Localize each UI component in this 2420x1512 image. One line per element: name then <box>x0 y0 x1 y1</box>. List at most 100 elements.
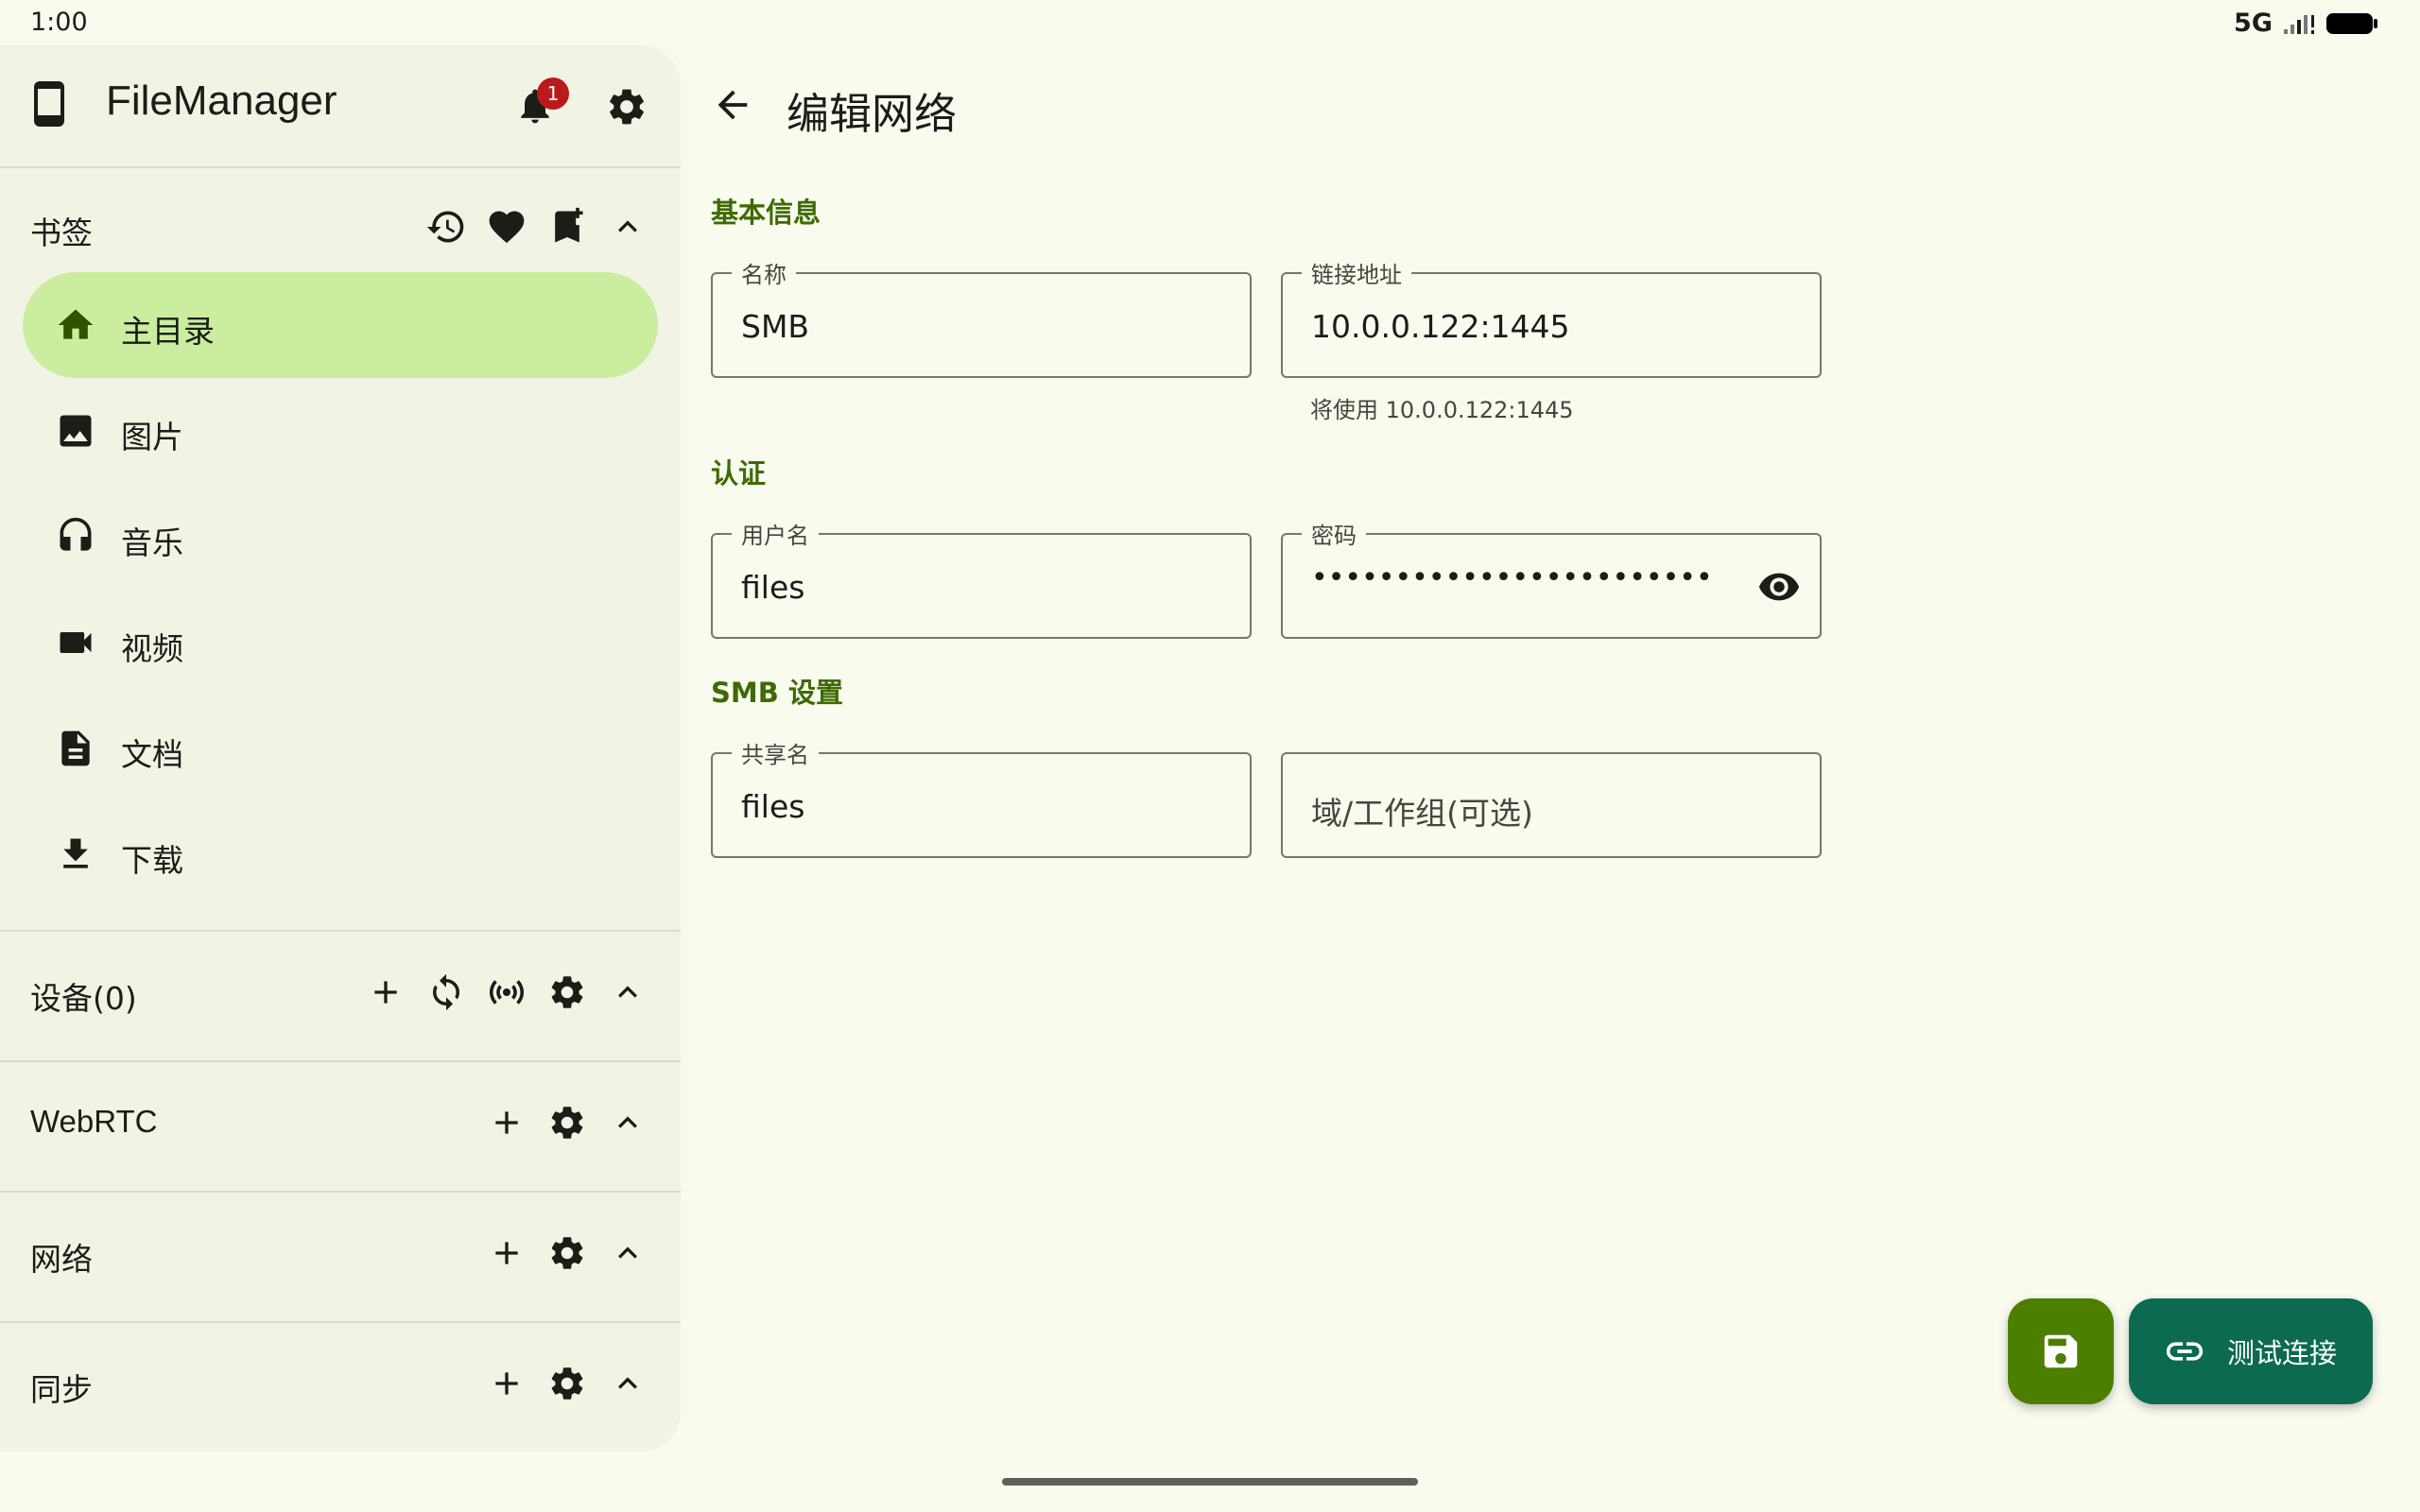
gear-icon <box>610 89 644 125</box>
notification-badge: 1 <box>537 77 569 110</box>
divider <box>0 1321 681 1323</box>
bookmarks-section-header: 书签 <box>0 189 681 265</box>
bookmark-label: 下载 <box>121 842 183 879</box>
sync-icon <box>433 973 459 1011</box>
arrow-back-icon <box>717 90 748 120</box>
toggle-password-visibility[interactable] <box>1757 565 1801 609</box>
add-webrtc-button[interactable] <box>486 1102 527 1143</box>
bookmark-label: 音乐 <box>121 524 183 561</box>
divider <box>0 166 681 168</box>
navigation-drawer: FileManager 1 书签 主目录 图片 音乐 视频 文档 下载 设备(0… <box>0 45 681 1452</box>
home-icon <box>58 309 94 339</box>
devices-settings-button[interactable] <box>546 971 588 1013</box>
webrtc-title: WebRTC <box>30 1104 158 1139</box>
sync-settings-button[interactable] <box>546 1363 588 1404</box>
page-title: 编辑网络 <box>786 89 958 139</box>
bookmark-item-images[interactable]: 图片 <box>23 378 658 484</box>
bookmark-label: 视频 <box>121 630 183 667</box>
gesture-home-bar[interactable] <box>1002 1478 1418 1486</box>
notifications-button[interactable]: 1 <box>514 77 569 132</box>
name-field[interactable]: 名称 SMB <box>711 256 1252 378</box>
divider <box>0 1191 681 1193</box>
network-type: 5G <box>2234 9 2273 38</box>
broadcast-button[interactable] <box>486 971 527 1013</box>
divider <box>0 1060 681 1062</box>
history-icon <box>426 211 464 243</box>
refresh-devices-button[interactable] <box>425 971 467 1013</box>
username-value: files <box>741 569 805 606</box>
add-network-button[interactable] <box>486 1232 527 1274</box>
bookmark-item-videos[interactable]: 视频 <box>23 590 658 696</box>
add-bookmark-button[interactable] <box>546 206 588 248</box>
username-label: 用户名 <box>732 517 819 550</box>
plus-icon <box>495 1372 518 1395</box>
app-title: FileManager <box>106 77 337 124</box>
download-icon <box>63 838 88 868</box>
bookmark-item-music[interactable]: 音乐 <box>23 484 658 590</box>
back-button[interactable] <box>711 83 754 127</box>
add-sync-button[interactable] <box>486 1363 527 1404</box>
username-field[interactable]: 用户名 files <box>711 517 1252 639</box>
bookmark-label: 图片 <box>121 419 183 455</box>
headphones-icon <box>60 517 92 551</box>
gear-icon <box>551 976 583 1008</box>
bookmark-item-downloads[interactable]: 下载 <box>23 801 658 907</box>
bookmark-label: 主目录 <box>121 313 215 350</box>
battery-icon <box>2325 11 2378 36</box>
bookmark-item-home[interactable]: 主目录 <box>23 272 658 378</box>
plus-icon <box>374 981 397 1004</box>
eye-icon <box>1758 573 1800 601</box>
smb-settings-title: SMB 设置 <box>711 677 843 709</box>
bookmark-item-documents[interactable]: 文档 <box>23 696 658 801</box>
network-title: 网络 <box>30 1241 93 1278</box>
collapse-bookmarks-button[interactable] <box>607 206 648 248</box>
password-label: 密码 <box>1302 517 1366 550</box>
image-icon <box>60 415 92 447</box>
link-icon <box>2166 1342 2204 1361</box>
address-field[interactable]: 链接地址 10.0.0.122:1445 <box>1281 256 1822 378</box>
sync-section-header[interactable]: 同步 <box>0 1346 681 1421</box>
address-helper-text: 将使用 10.0.0.122:1445 <box>1310 397 1574 423</box>
heart-icon <box>489 211 525 244</box>
bookmark-label: 文档 <box>121 736 183 773</box>
collapse-network-button[interactable] <box>607 1232 648 1274</box>
favorites-button[interactable] <box>486 206 527 248</box>
settings-button[interactable] <box>605 85 648 129</box>
add-device-button[interactable] <box>365 971 406 1013</box>
chevron-up-icon <box>618 986 637 998</box>
history-button[interactable] <box>425 206 467 248</box>
auth-title: 认证 <box>711 457 767 490</box>
plus-icon <box>495 1111 518 1134</box>
network-settings-button[interactable] <box>546 1232 588 1274</box>
drawer-header: FileManager 1 <box>0 45 681 166</box>
collapse-sync-button[interactable] <box>607 1363 648 1404</box>
status-icons: 5G <box>2234 9 2378 38</box>
share-name-field[interactable]: 共享名 files <box>711 736 1252 858</box>
collapse-devices-button[interactable] <box>607 971 648 1013</box>
status-time: 1:00 <box>30 8 88 37</box>
chevron-up-icon <box>618 1377 637 1389</box>
gear-icon <box>551 1107 583 1139</box>
save-icon <box>2044 1334 2078 1368</box>
save-button[interactable] <box>2008 1298 2114 1404</box>
phone-icon <box>32 81 66 127</box>
devices-section-header[interactable]: 设备(0) <box>0 954 681 1030</box>
basic-info-title: 基本信息 <box>711 197 821 229</box>
domain-field[interactable]: 域/工作组(可选) <box>1281 752 1822 858</box>
signal-icon <box>2282 12 2316 35</box>
webrtc-settings-button[interactable] <box>546 1102 588 1143</box>
test-connection-button[interactable]: 测试连接 <box>2129 1298 2373 1404</box>
devices-title: 设备(0) <box>30 980 137 1017</box>
collapse-webrtc-button[interactable] <box>607 1102 648 1143</box>
broadcast-icon <box>489 980 525 1005</box>
password-field[interactable]: 密码 •••••••••••••••••••••••• <box>1281 517 1822 639</box>
webrtc-section-header[interactable]: WebRTC <box>0 1085 681 1160</box>
test-connection-label: 测试连接 <box>2227 1337 2338 1369</box>
share-name-value: files <box>741 788 805 825</box>
document-icon <box>61 730 90 766</box>
bookmarks-title: 书签 <box>30 215 93 251</box>
address-value: 10.0.0.122:1445 <box>1311 308 1570 345</box>
sync-title: 同步 <box>30 1371 93 1408</box>
status-bar: 1:00 5G <box>0 0 2420 43</box>
network-section-header[interactable]: 网络 <box>0 1215 681 1291</box>
